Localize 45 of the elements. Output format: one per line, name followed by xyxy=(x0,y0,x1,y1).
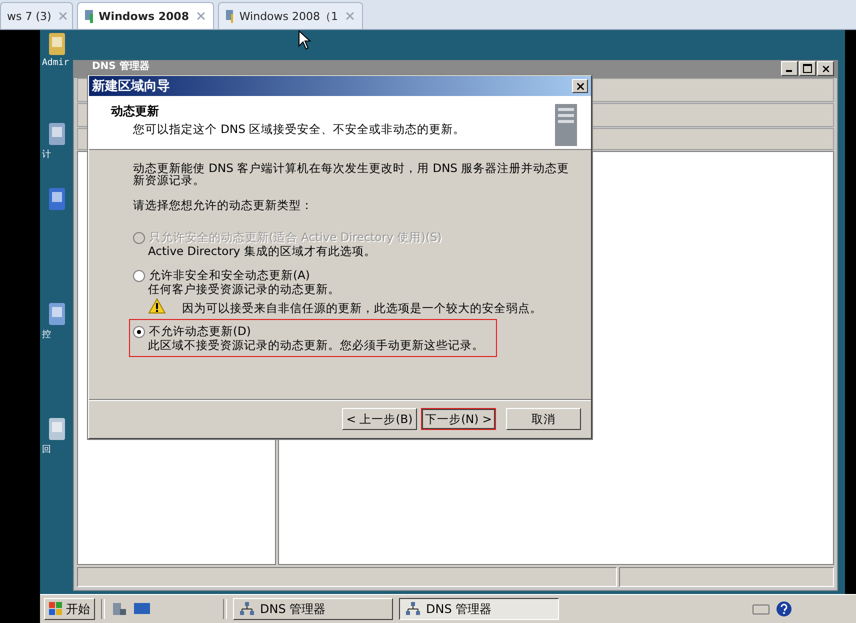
maximize-button[interactable] xyxy=(799,61,816,76)
vm-icon xyxy=(84,9,93,23)
prompt-text: 请选择您想允许的动态更新类型： xyxy=(133,198,314,213)
maximize-icon xyxy=(803,64,812,73)
desktop-icon-label: 计 xyxy=(41,148,51,161)
close-button[interactable] xyxy=(817,61,834,76)
taskbar-button[interactable]: DNS 管理器 xyxy=(399,598,559,620)
close-icon xyxy=(820,64,830,74)
option-note: 任何客户接受资源记录的动态更新。 xyxy=(147,283,341,296)
help-icon[interactable] xyxy=(776,601,792,617)
window-title: DNS 管理器 xyxy=(92,61,150,72)
page-subtitle: 您可以指定这个 DNS 区域接受安全、不安全或非动态的更新。 xyxy=(132,122,466,137)
desktop-icon-label: 控 xyxy=(41,328,51,341)
close-button[interactable] xyxy=(572,79,588,93)
dialog-title: 新建区域向导 xyxy=(92,78,170,95)
desktop-icon-label: Admir xyxy=(41,58,70,68)
cursor-icon xyxy=(298,30,312,50)
wizard-button[interactable]: < 上一步(B) xyxy=(342,408,417,430)
tree-icon xyxy=(240,602,254,616)
close-icon xyxy=(574,80,586,92)
taskbar-button[interactable]: DNS 管理器 xyxy=(233,598,393,620)
vm-tab[interactable]: Windows 2008 xyxy=(77,2,214,29)
page-heading: 动态更新 xyxy=(111,103,160,120)
radio-option[interactable]: 不允许动态更新(D) xyxy=(133,324,493,339)
option-note: Active Directory 集成的区域才有此选项。 xyxy=(147,245,377,258)
wizard-button[interactable]: 下一步(N) > xyxy=(421,408,496,430)
start-button[interactable]: 开始 xyxy=(44,598,95,620)
option-note: 此区域不接受资源记录的动态更新。您必须手动更新这些记录。 xyxy=(147,339,485,352)
vm-tab[interactable]: Windows 2008（1 xyxy=(218,2,363,29)
radio-option[interactable]: 允许非安全和安全动态更新(A) xyxy=(133,268,567,283)
monitor-icon[interactable] xyxy=(133,602,151,616)
radio-button[interactable] xyxy=(133,270,145,282)
desktop-icon-label: 回 xyxy=(41,444,51,456)
radio-button[interactable] xyxy=(133,326,145,338)
wizard-button[interactable]: 取消 xyxy=(506,408,581,430)
minimize-button[interactable] xyxy=(781,61,798,76)
warning-text: 因为可以接受来自非信任源的更新，此选项是一个较大的安全弱点。 xyxy=(182,302,542,314)
windows-logo-icon xyxy=(49,602,63,616)
description-text: 动态更新能使 DNS 客户端计算机在每次发生更改时，用 DNS 服务器注册并动态更新资源记录。 xyxy=(133,162,570,186)
keyboard-icon[interactable] xyxy=(752,602,770,616)
tree-icon xyxy=(406,602,420,616)
server-manager-icon[interactable] xyxy=(111,601,127,617)
vm-tab[interactable]: ws 7 (3) xyxy=(0,2,73,29)
warning-icon xyxy=(148,298,166,314)
vm-icon xyxy=(225,9,234,23)
